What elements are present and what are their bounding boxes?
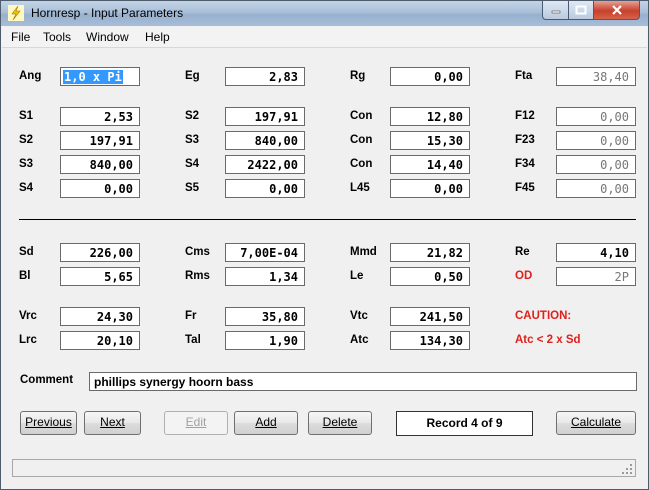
cms-label: Cms — [185, 246, 210, 258]
con2-field[interactable]: 15,30 — [390, 131, 470, 150]
fta-label: Fta — [515, 70, 533, 82]
caution-title: CAUTION: — [515, 310, 572, 322]
maximize-button[interactable] — [568, 1, 594, 20]
eg-field[interactable]: 2,83 — [225, 67, 305, 86]
lrc-label: Lrc — [19, 334, 37, 346]
s2-field[interactable]: 197,91 — [225, 107, 305, 126]
menu-file[interactable]: File — [11, 30, 30, 44]
title-bar[interactable]: Hornresp - Input Parameters — [1, 1, 648, 26]
status-bar — [12, 459, 636, 477]
ang-value: 1,0 x Pi — [63, 70, 123, 84]
next-button[interactable]: Next — [84, 411, 141, 435]
re-label: Re — [515, 246, 530, 258]
menu-bar: File Tools Window Help — [2, 27, 647, 48]
ang-label: Ang — [19, 70, 42, 82]
lightning-icon — [8, 5, 24, 21]
record-indicator: Record 4 of 9 — [396, 411, 533, 436]
hornresp-window: Hornresp - Input Parameters File Tools W… — [0, 0, 649, 490]
rms-label: Rms — [185, 270, 210, 282]
lrc-field[interactable]: 20,10 — [60, 331, 140, 350]
od-label: OD — [515, 270, 533, 282]
previous-button[interactable]: Previous — [20, 411, 77, 435]
close-button[interactable] — [593, 1, 640, 20]
con2-label: Con — [350, 134, 373, 146]
s2-label-b: S2 — [19, 134, 34, 146]
eg-label: Eg — [185, 70, 200, 82]
tal-field[interactable]: 1,90 — [225, 331, 305, 350]
l45-label: L45 — [350, 182, 370, 194]
atc-field[interactable]: 134,30 — [390, 331, 470, 350]
menu-window[interactable]: Window — [86, 30, 129, 44]
vtc-label: Vtc — [350, 310, 368, 322]
s3-field-b[interactable]: 840,00 — [60, 155, 140, 174]
fr-label: Fr — [185, 310, 197, 322]
caution-message: Atc < 2 x Sd — [515, 334, 581, 346]
rms-field[interactable]: 1,34 — [225, 267, 305, 286]
input-parameters-panel: Ang 1,0 x Pi Eg 2,83 Rg 0,00 Fta 38,40 S… — [7, 48, 643, 484]
cms-field[interactable]: 7,00E-04 — [225, 243, 305, 262]
s2-field-b[interactable]: 197,91 — [60, 131, 140, 150]
s5-label: S5 — [185, 182, 200, 194]
re-field[interactable]: 4,10 — [556, 243, 636, 262]
sd-field[interactable]: 226,00 — [60, 243, 140, 262]
menu-help[interactable]: Help — [145, 30, 170, 44]
f23-field[interactable]: 0,00 — [556, 131, 636, 150]
l45-field[interactable]: 0,00 — [390, 179, 470, 198]
add-button[interactable]: Add — [234, 411, 298, 435]
mmd-label: Mmd — [350, 246, 377, 258]
delete-button[interactable]: Delete — [308, 411, 372, 435]
vrc-field[interactable]: 24,30 — [60, 307, 140, 326]
fta-field[interactable]: 38,40 — [556, 67, 636, 86]
sd-label: Sd — [19, 246, 34, 258]
le-label: Le — [350, 270, 364, 282]
f12-label: F12 — [515, 110, 535, 122]
comment-field[interactable]: phillips synergy hoorn bass — [89, 372, 637, 391]
le-field[interactable]: 0,50 — [390, 267, 470, 286]
f45-label: F45 — [515, 182, 535, 194]
f23-label: F23 — [515, 134, 535, 146]
s1-label: S1 — [19, 110, 34, 122]
comment-label: Comment — [20, 374, 74, 386]
menu-tools[interactable]: Tools — [43, 30, 71, 44]
f12-field[interactable]: 0,00 — [556, 107, 636, 126]
calculate-button[interactable]: Calculate — [556, 411, 636, 435]
s4-field-b[interactable]: 0,00 — [60, 179, 140, 198]
con1-field[interactable]: 12,80 — [390, 107, 470, 126]
edit-button[interactable]: Edit — [164, 411, 228, 435]
od-field[interactable]: 2P — [556, 267, 636, 286]
minimize-icon — [551, 10, 560, 14]
s5-field[interactable]: 0,00 — [225, 179, 305, 198]
maximize-icon — [575, 5, 587, 15]
con1-label: Con — [350, 110, 373, 122]
con3-field[interactable]: 14,40 — [390, 155, 470, 174]
f45-field[interactable]: 0,00 — [556, 179, 636, 198]
s3-label: S3 — [185, 134, 200, 146]
con3-label: Con — [350, 158, 373, 170]
fr-field[interactable]: 35,80 — [225, 307, 305, 326]
bl-label: Bl — [19, 270, 31, 282]
window-title: Hornresp - Input Parameters — [31, 6, 184, 20]
s4-field[interactable]: 2422,00 — [225, 155, 305, 174]
minimize-button[interactable] — [542, 1, 569, 20]
resize-grip-icon[interactable] — [621, 463, 633, 475]
s2-label: S2 — [185, 110, 200, 122]
rg-label: Rg — [350, 70, 366, 82]
vtc-field[interactable]: 241,50 — [390, 307, 470, 326]
s1-field[interactable]: 2,53 — [60, 107, 140, 126]
ang-field[interactable]: 1,0 x Pi — [60, 67, 140, 86]
atc-label: Atc — [350, 334, 369, 346]
rg-field[interactable]: 0,00 — [390, 67, 470, 86]
f34-label: F34 — [515, 158, 535, 170]
tal-label: Tal — [185, 334, 201, 346]
section-divider — [19, 219, 636, 220]
s4-label-b: S4 — [19, 182, 34, 194]
close-icon — [611, 5, 622, 15]
s4-label: S4 — [185, 158, 200, 170]
f34-field[interactable]: 0,00 — [556, 155, 636, 174]
vrc-label: Vrc — [19, 310, 37, 322]
mmd-field[interactable]: 21,82 — [390, 243, 470, 262]
s3-label-b: S3 — [19, 158, 34, 170]
bl-field[interactable]: 5,65 — [60, 267, 140, 286]
s3-field[interactable]: 840,00 — [225, 131, 305, 150]
